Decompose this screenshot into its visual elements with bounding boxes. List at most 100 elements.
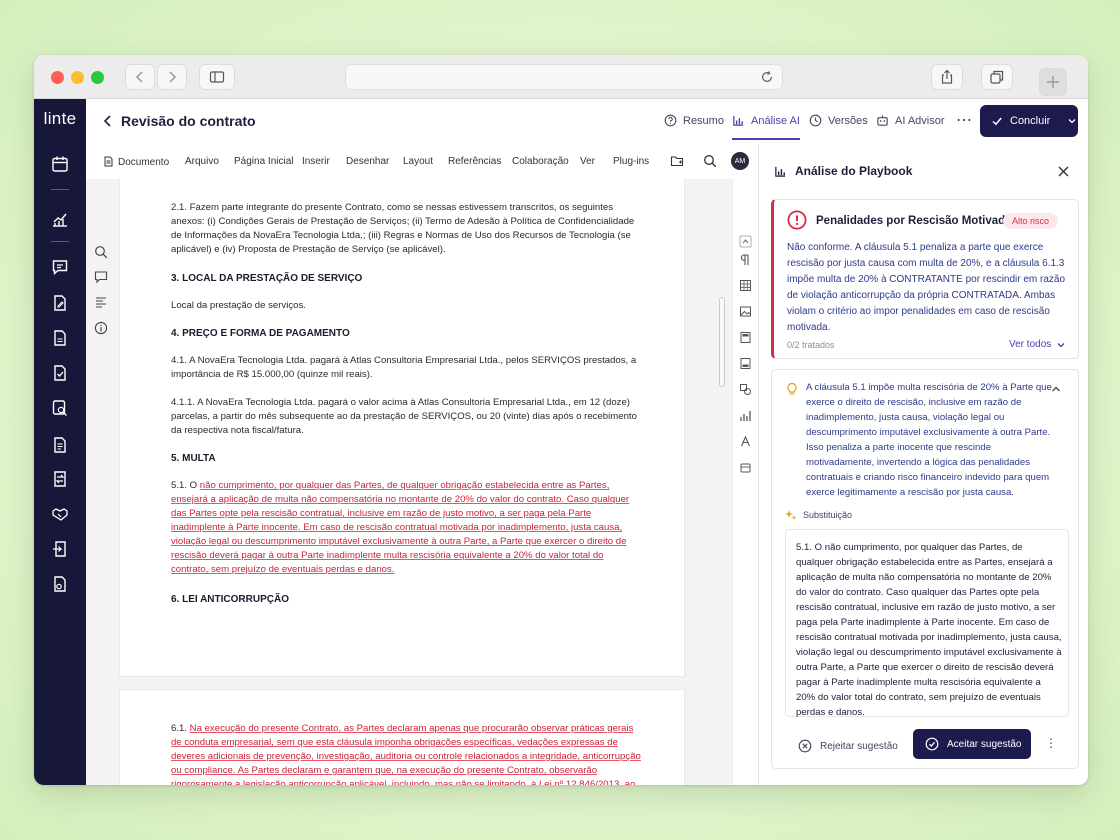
shapes-tool[interactable] (739, 383, 752, 396)
paragraph-tool[interactable] (739, 253, 752, 266)
document-scrollbar[interactable] (719, 297, 725, 387)
sidebar-item-analytics[interactable] (51, 210, 69, 228)
close-icon[interactable] (1057, 165, 1070, 178)
clause-5-1[interactable]: 5.1. O não cumprimento, por qualquer das… (171, 479, 641, 577)
table-tool[interactable] (739, 279, 752, 292)
sidebar-divider (51, 189, 69, 190)
see-all-label: Ver todos (1009, 339, 1052, 350)
conclude-button[interactable]: Concluir (980, 105, 1078, 137)
collapse-tool[interactable] (739, 235, 752, 248)
back-arrow-icon[interactable] (100, 112, 116, 130)
sidebar-toggle-button[interactable] (199, 64, 235, 90)
tab-analise-ai[interactable]: Análise AI (732, 114, 800, 140)
doc-outline-tool[interactable] (94, 295, 108, 309)
sparkle-icon (785, 510, 797, 520)
menu-arquivo[interactable]: Arquivo (185, 156, 219, 167)
format-tool-strip (732, 179, 758, 785)
sidebar-item-transfer[interactable] (51, 470, 69, 488)
menu-layout[interactable]: Layout (403, 156, 433, 167)
minimize-window-button[interactable] (71, 71, 84, 84)
reload-icon[interactable] (760, 70, 774, 84)
menu-colaboracao[interactable]: Colaboração (512, 156, 569, 167)
header-tool[interactable] (739, 331, 752, 344)
clause-6-1[interactable]: 6.1. Na execução do presente Contrato, a… (171, 722, 641, 785)
search-button[interactable] (703, 154, 721, 169)
image-tool[interactable] (739, 305, 752, 318)
address-bar[interactable] (345, 64, 783, 90)
section-heading: 3. LOCAL DA PRESTAÇÃO DE SERVIÇO (171, 273, 363, 284)
suggestion-card: A cláusula 5.1 impõe multa rescisória de… (771, 369, 1079, 769)
menu-ver[interactable]: Ver (580, 156, 595, 167)
reject-suggestion-button[interactable]: Rejeitar sugestão (798, 739, 898, 753)
conclude-label: Concluir (1010, 115, 1051, 127)
clause-2-1[interactable]: 2.1. Fazem parte integrante do presente … (171, 201, 641, 257)
sidebar-item-approvals[interactable] (51, 364, 69, 382)
clause-3[interactable]: Local da prestação de serviços. (171, 299, 641, 313)
maximize-window-button[interactable] (91, 71, 104, 84)
info-icon (94, 321, 108, 335)
new-tab-button[interactable] (1039, 68, 1067, 96)
sidebar-item-settings[interactable] (51, 575, 69, 593)
sidebar-item-contracts[interactable] (51, 436, 69, 454)
sidebar-item-messages[interactable] (51, 258, 69, 276)
menu-documento[interactable]: Documento (103, 156, 169, 168)
doc-comments-tool[interactable] (94, 270, 108, 284)
clock-icon (809, 114, 822, 127)
tab-resumo[interactable]: Resumo (664, 114, 724, 127)
check-icon (992, 117, 1002, 126)
tabs-overview-button[interactable] (981, 64, 1013, 90)
close-window-button[interactable] (51, 71, 64, 84)
file-import-icon (53, 541, 66, 557)
sidebar-item-edit[interactable] (51, 294, 69, 312)
menu-plug-ins[interactable]: Plug-ins (613, 156, 649, 167)
text-art-tool[interactable] (739, 435, 752, 448)
back-nav-button[interactable] (125, 64, 155, 90)
doc-info-tool[interactable] (94, 321, 108, 335)
app-logo[interactable]: linte (34, 109, 86, 129)
forward-nav-button[interactable] (157, 64, 187, 90)
menu-inserir[interactable]: Inserir (302, 156, 330, 167)
risk-alert-card[interactable]: Penalidades por Rescisão Motivada Alto r… (771, 199, 1079, 359)
chevron-right-icon (169, 71, 177, 83)
sidebar-item-partners[interactable] (51, 505, 69, 523)
search-icon (95, 246, 108, 259)
sidebar-item-import[interactable] (51, 540, 69, 558)
edit-document-icon (54, 295, 66, 311)
sidebar-item-search[interactable] (51, 399, 69, 417)
accept-suggestion-button[interactable]: Aceitar sugestão (913, 729, 1031, 759)
avatar[interactable]: AM (731, 152, 749, 170)
flagged-text[interactable]: não cumprimento, por qualquer das Partes… (171, 480, 629, 575)
chart-tool[interactable] (739, 409, 752, 422)
footer-tool[interactable] (739, 357, 752, 370)
tab-versoes[interactable]: Versões (809, 114, 868, 127)
substitution-box[interactable]: 5.1. O não cumprimento, por qualquer das… (785, 529, 1069, 718)
editor-toolbar: Documento Arquivo Página Inicial Inserir… (86, 143, 758, 179)
flagged-text[interactable]: Na execução do presente Contrato, as Par… (171, 723, 641, 785)
menu-desenhar[interactable]: Desenhar (346, 156, 389, 167)
file-text-icon (54, 330, 66, 346)
tab-ai-advisor[interactable]: AI Advisor (876, 114, 945, 127)
sidebar-item-docs[interactable] (51, 329, 69, 347)
suggestion-more-button[interactable]: ⋮ (1045, 736, 1057, 750)
folder-button[interactable] (670, 154, 688, 169)
browser-window: linte Revisão do contrato Resumo Análise… (34, 55, 1088, 785)
chevron-up-icon (739, 235, 752, 248)
chevron-down-icon[interactable] (1067, 116, 1077, 126)
see-all-button[interactable]: Ver todos (1009, 339, 1066, 350)
alert-body: Não conforme. A cláusula 5.1 penaliza a … (787, 242, 1066, 333)
sidebar-item-calendar[interactable] (51, 155, 69, 173)
shapes-icon (740, 384, 751, 395)
file-settings-icon (54, 576, 66, 592)
clause-4-1[interactable]: 4.1. A NovaEra Tecnologia Ltda. pagará à… (171, 354, 641, 382)
menu-pagina-inicial[interactable]: Página Inicial (234, 156, 293, 167)
document-lines-icon (54, 437, 66, 453)
plus-icon (1047, 76, 1059, 88)
app-sidebar: linte (34, 99, 86, 785)
file-check-icon (54, 365, 66, 381)
clause-4-1-1[interactable]: 4.1.1. A NovaEra Tecnologia Ltda. pagará… (171, 396, 641, 438)
doc-search-tool[interactable] (94, 245, 108, 259)
stamp-tool[interactable] (739, 461, 752, 474)
more-options-button[interactable]: ⋯ (956, 110, 973, 130)
menu-referencias[interactable]: Referências (448, 156, 501, 167)
share-button[interactable] (931, 64, 963, 90)
